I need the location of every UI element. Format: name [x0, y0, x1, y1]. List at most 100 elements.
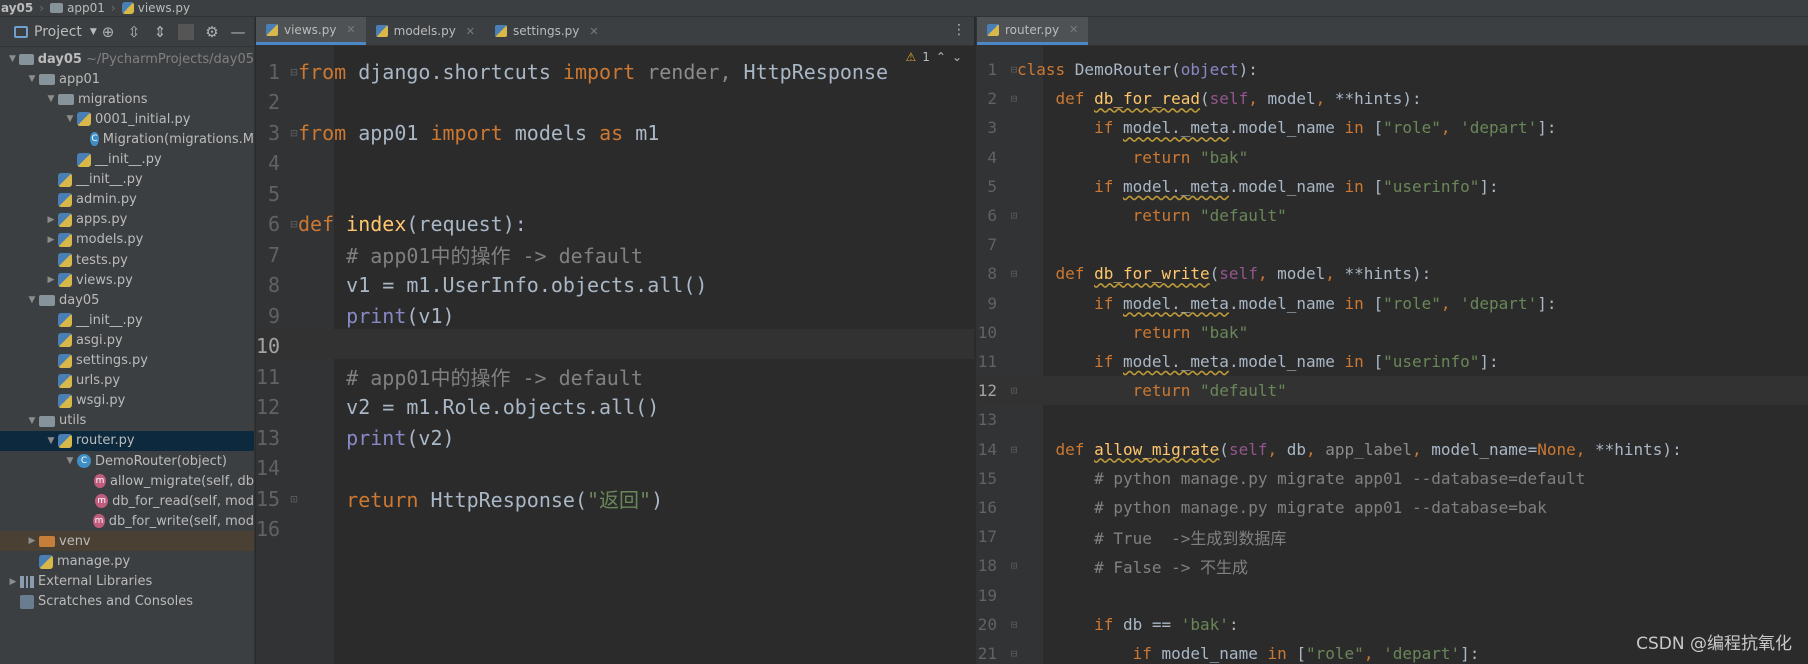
code-line[interactable]: 18 ⊡ # False -> 不生成	[977, 551, 1808, 580]
tree-item[interactable]: asgi.py	[0, 330, 254, 350]
tree-item[interactable]: ▼ day05 ~/PycharmProjects/day05	[0, 49, 254, 69]
tree-item[interactable]: urls.py	[0, 371, 254, 391]
python-file-icon	[987, 23, 999, 36]
code-token: model._meta	[1122, 176, 1229, 196]
tree-item[interactable]: Scratches and Consoles	[0, 592, 254, 612]
code-line[interactable]: 7	[977, 230, 1808, 259]
code-line[interactable]: 1 ⊟ class DemoRouter(object):	[977, 55, 1808, 84]
chevron-right-icon[interactable]: ▶	[44, 275, 58, 285]
line-number: 16	[977, 498, 997, 517]
tree-item[interactable]: ▼ day05	[0, 290, 254, 310]
code-token: model_name	[1161, 644, 1268, 663]
code-text: if model_name in ["role", 'depart']:	[1017, 644, 1480, 663]
code-line[interactable]: 19	[977, 581, 1808, 610]
code-line[interactable]: 16	[256, 512, 974, 547]
code-text: class DemoRouter(object):	[1017, 60, 1258, 79]
chevron-down-icon[interactable]: ▼	[90, 27, 97, 37]
tree-item[interactable]: ▶ External Libraries	[0, 572, 254, 592]
line-number: 15	[977, 468, 997, 488]
code-line[interactable]: 5 if model._meta.model_name in ["userinf…	[977, 172, 1808, 201]
code-line[interactable]: 13	[977, 405, 1808, 434]
tree-item[interactable]: __init__.py	[0, 170, 254, 190]
chevron-down-icon[interactable]: ▼	[25, 416, 39, 426]
code-token: ,	[1363, 644, 1384, 663]
code-text: def db_for_write(self, model, **hints):	[1017, 264, 1432, 283]
code-line[interactable]: 4 return "bak"	[977, 143, 1808, 172]
gear-icon[interactable]: ⚙	[204, 23, 220, 41]
tree-item[interactable]: ▼ migrations	[0, 89, 254, 109]
chevron-down-icon[interactable]: ▼	[44, 94, 58, 104]
code-line[interactable]: 8 ⊟ def db_for_write(self, model, **hints…	[977, 259, 1808, 288]
breadcrumb-item-views[interactable]: views.py	[120, 1, 192, 15]
code-token: "role"	[1383, 293, 1441, 313]
collapse-all-icon[interactable]: ⇕	[152, 23, 168, 41]
tree-item[interactable]: tests.py	[0, 250, 254, 270]
tree-item[interactable]: m db_for_write(self, mod	[0, 511, 254, 531]
close-icon[interactable]: ✕	[1069, 23, 1078, 36]
chevron-right-icon[interactable]: ▶	[44, 215, 58, 225]
code-token: in	[1344, 118, 1374, 138]
tree-item[interactable]: wsgi.py	[0, 391, 254, 411]
tree-item[interactable]: ▶ views.py	[0, 270, 254, 290]
locate-file-icon[interactable]: ⊕	[100, 23, 116, 41]
code-line[interactable]: 17 # True ->生成到数据库	[977, 522, 1808, 551]
chevron-down-icon[interactable]: ▼	[25, 74, 39, 84]
minimize-icon[interactable]: —	[230, 23, 246, 41]
code-token: (	[1219, 439, 1229, 459]
chevron-right-icon[interactable]: ▶	[6, 577, 20, 587]
code-line[interactable]: 10 return "bak"	[977, 318, 1808, 347]
tab-settings-py[interactable]: settings.py ✕	[485, 17, 609, 45]
tree-item[interactable]: ▶ models.py	[0, 230, 254, 250]
close-icon[interactable]: ✕	[589, 25, 598, 38]
code-line[interactable]: 2 ⊟ def db_for_read(self, model, **hints)…	[977, 84, 1808, 113]
code-line[interactable]: 12 ⊡ return "default"	[977, 376, 1808, 405]
tree-item[interactable]: ▼ app01	[0, 69, 254, 89]
chevron-down-icon[interactable]: ▼	[44, 436, 58, 446]
tree-item[interactable]: settings.py	[0, 351, 254, 371]
close-icon[interactable]: ✕	[466, 25, 475, 38]
code-line[interactable]: 16 # python manage.py migrate app01 --da…	[977, 493, 1808, 522]
tree-item-label: venv	[59, 533, 91, 549]
code-token: if	[1094, 614, 1123, 634]
tree-item[interactable]: m db_for_read(self, mod	[0, 491, 254, 511]
code-token: return	[1132, 322, 1201, 342]
code-area[interactable]: ⚠ 1 ⌃ ⌄ 1 ⊟ from django.shortcuts import r…	[256, 46, 974, 664]
chevron-down-icon[interactable]: ▼	[25, 295, 39, 305]
more-tabs-icon[interactable]: ⋮	[952, 22, 966, 38]
chevron-right-icon[interactable]: ▶	[25, 536, 39, 546]
tree-item[interactable]: ▶ venv	[0, 531, 254, 552]
tree-item[interactable]: ▼ utils	[0, 411, 254, 431]
chevron-down-icon[interactable]: ▼	[63, 114, 77, 124]
tree-item[interactable]: __init__.py	[0, 150, 254, 170]
tree-item[interactable]: ▶ apps.py	[0, 210, 254, 230]
breadcrumb-item-app01[interactable]: app01	[48, 1, 107, 15]
chevron-right-icon[interactable]: ▶	[44, 235, 58, 245]
project-panel-title[interactable]: Project	[34, 24, 82, 40]
code-area[interactable]: 1 ⊟ class DemoRouter(object): 2 ⊟ def db_for…	[977, 46, 1808, 664]
code-line[interactable]: 6 ⊡ return "default"	[977, 201, 1808, 230]
code-line[interactable]: 11 if model._meta.model_name in ["userin…	[977, 347, 1808, 376]
tab-router-py[interactable]: router.py ✕	[977, 17, 1089, 45]
chevron-down-icon[interactable]: ▼	[6, 54, 19, 64]
expand-all-icon[interactable]: ⇳	[126, 23, 142, 41]
breadcrumb-item-project[interactable]: ay05	[0, 1, 35, 15]
tree-item[interactable]: manage.py	[0, 552, 254, 572]
tree-item[interactable]: ▼ C DemoRouter(object)	[0, 451, 254, 471]
close-icon[interactable]: ✕	[346, 23, 355, 36]
code-line[interactable]: 9 if model._meta.model_name in ["role", …	[977, 289, 1808, 318]
tab-views-py[interactable]: views.py ✕	[256, 17, 366, 45]
code-token: ):	[1238, 60, 1258, 79]
tree-item[interactable]: C Migration(migrations.M	[0, 129, 254, 149]
code-line[interactable]: 3 if model._meta.model_name in ["role", …	[977, 113, 1808, 142]
tree-item[interactable]: m allow_migrate(self, db	[0, 471, 254, 491]
tree-item[interactable]: __init__.py	[0, 310, 254, 330]
tab-models-py[interactable]: models.py ✕	[366, 17, 485, 45]
tree-item[interactable]: admin.py	[0, 190, 254, 210]
tree-item[interactable]: ▼ 0001_initial.py	[0, 109, 254, 129]
chevron-down-icon[interactable]: ▼	[63, 456, 77, 466]
code-line[interactable]: 15 # python manage.py migrate app01 --da…	[977, 464, 1808, 493]
tree-item[interactable]: ▼ router.py	[0, 430, 254, 451]
code-line[interactable]: 14 ⊟ def allow_migrate(self, db, app_labe…	[977, 435, 1808, 464]
